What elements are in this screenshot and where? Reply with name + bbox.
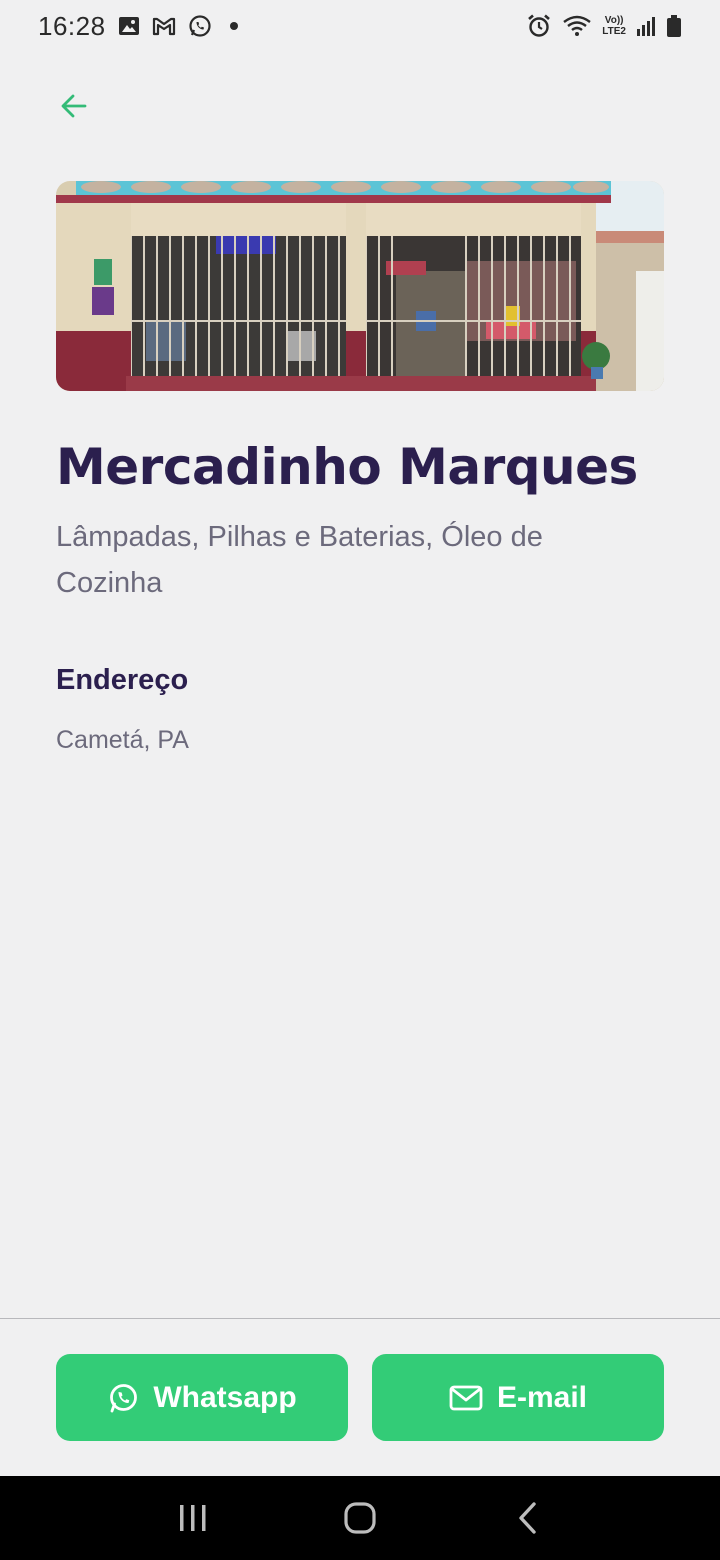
store-detail-screen: 16:28 Vo)) LTE2 Mercadinho Marques Lâmpa… <box>0 0 720 1560</box>
status-time: 16:28 <box>38 10 106 41</box>
gmail-icon <box>152 16 176 36</box>
email-label: E-mail <box>496 1380 588 1414</box>
dot-icon <box>229 22 238 30</box>
wifi-icon <box>562 14 592 38</box>
back-button[interactable] <box>56 88 92 124</box>
lte-text: LTE2 <box>602 26 626 37</box>
store-address: Cametá, PA <box>56 726 189 754</box>
system-back-button[interactable] <box>497 1488 557 1548</box>
recents-icon <box>180 1505 206 1531</box>
store-name: Mercadinho Marques <box>56 438 638 496</box>
battery-icon <box>666 14 682 38</box>
image-icon <box>118 15 140 37</box>
arrow-left-icon <box>61 94 87 118</box>
whatsapp-button[interactable]: Whatsapp <box>56 1354 348 1441</box>
recents-button[interactable] <box>163 1488 223 1548</box>
status-bar: 16:28 Vo)) LTE2 <box>0 0 720 52</box>
home-icon <box>344 1502 376 1534</box>
back-chevron-icon <box>518 1502 536 1534</box>
status-bar-left: 16:28 <box>38 11 238 42</box>
volte-text: Vo)) <box>604 15 624 26</box>
email-button[interactable]: E-mail <box>372 1354 664 1441</box>
alarm-icon <box>526 13 552 39</box>
address-label: Endereço <box>56 664 189 696</box>
signal-icon <box>636 15 656 37</box>
whatsapp-label: Whatsapp <box>153 1380 297 1414</box>
whatsapp-icon <box>188 14 212 38</box>
bottom-divider <box>0 1318 720 1319</box>
store-photo <box>56 181 664 391</box>
volte-icon: Vo)) LTE2 <box>602 15 626 37</box>
whatsapp-icon <box>110 1383 138 1412</box>
mail-icon <box>449 1385 483 1410</box>
system-nav-bar <box>0 1476 720 1560</box>
store-categories: Lâmpadas, Pilhas e Baterias, Óleo de Coz… <box>56 521 543 599</box>
home-button[interactable] <box>330 1488 390 1548</box>
status-bar-right: Vo)) LTE2 <box>526 13 682 39</box>
